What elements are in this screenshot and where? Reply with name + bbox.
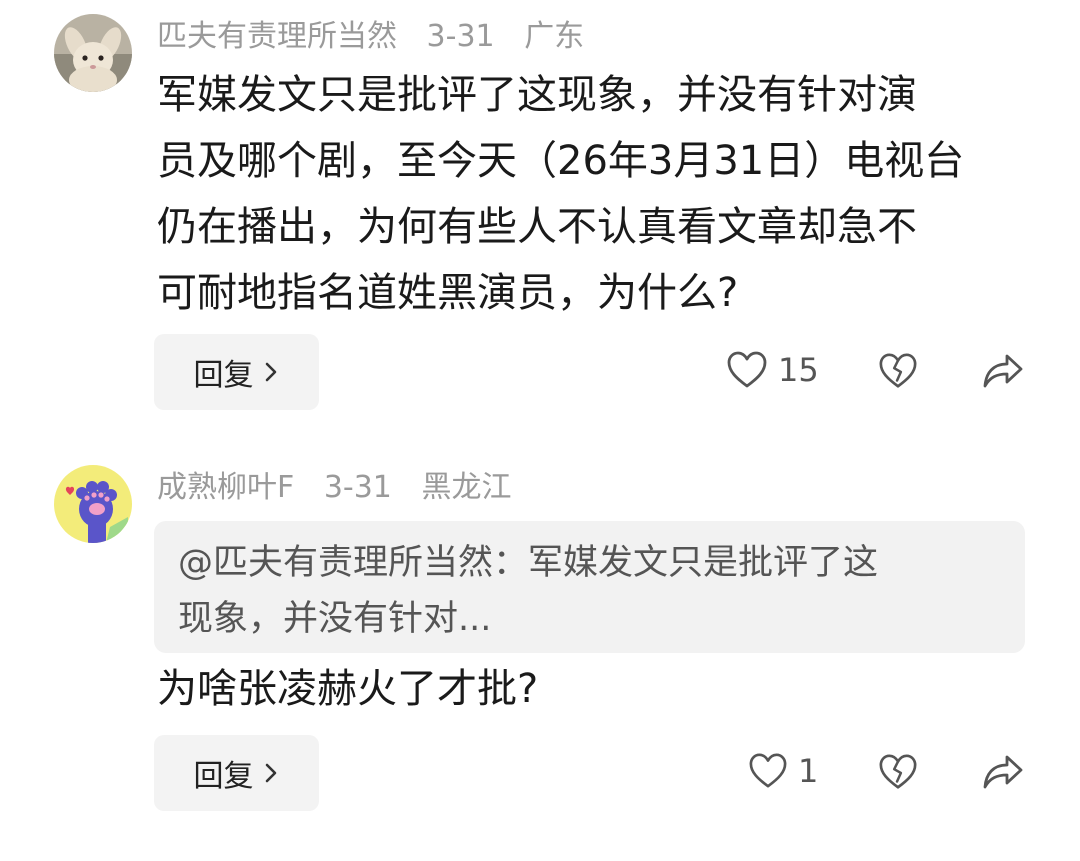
reply-button[interactable]: 回复: [154, 735, 319, 811]
comment-text-line: 军媒发文只是批评了这现象，并没有针对演: [157, 72, 917, 118]
heart-outline-icon: [749, 753, 787, 788]
share-arrow-icon: [983, 354, 1023, 388]
reply-button[interactable]: 回复: [154, 334, 319, 410]
share-button[interactable]: [982, 352, 1024, 390]
dislike-button[interactable]: [878, 752, 918, 792]
comment-text-line: 为啥张凌赫火了才批?: [157, 666, 539, 712]
avatar[interactable]: [54, 14, 132, 92]
reply-label: 回复: [193, 358, 254, 393]
share-arrow-icon: [983, 755, 1023, 789]
comment-meta: 匹夫有责理所当然 3-31 广东: [157, 17, 604, 57]
comment-text-line: 员及哪个剧，至今天（26年3月31日）电视台: [157, 138, 965, 184]
quote-line: 现象，并没有针对...: [178, 599, 492, 639]
comment-text: 为啥张凌赫火了才批?: [157, 656, 1037, 722]
comment-date: 3-31: [426, 19, 495, 54]
like-button[interactable]: 1: [748, 752, 818, 790]
comment-meta: 成熟柳叶F 3-31 黑龙江: [157, 468, 531, 508]
share-button[interactable]: [982, 753, 1024, 791]
broken-heart-icon: [879, 353, 917, 388]
username[interactable]: 成熟柳叶F: [157, 470, 294, 505]
avatar[interactable]: [54, 465, 132, 543]
chevron-right-icon: [265, 763, 276, 783]
paw-avatar-image: [54, 465, 132, 543]
quoted-comment[interactable]: @匹夫有责理所当然：军媒发文只是批评了这 现象，并没有针对...: [154, 521, 1025, 653]
comment-text-line: 仍在播出，为何有些人不认真看文章却急不: [157, 204, 917, 250]
comment-text: 军媒发文只是批评了这现象，并没有针对演 员及哪个剧，至今天（26年3月31日）电…: [157, 62, 1037, 326]
comment-location: 黑龙江: [421, 470, 512, 505]
like-button[interactable]: 15: [726, 350, 819, 390]
broken-heart-icon: [879, 754, 917, 789]
dislike-button[interactable]: [878, 351, 918, 391]
comment-location: 广东: [524, 19, 585, 54]
like-count: 15: [778, 351, 819, 389]
chevron-right-icon: [265, 362, 276, 382]
comment-text-line: 可耐地指名道姓黑演员，为什么?: [157, 270, 739, 316]
heart-outline-icon: [727, 351, 767, 388]
like-count: 1: [798, 752, 819, 790]
reply-label: 回复: [193, 759, 254, 794]
username[interactable]: 匹夫有责理所当然: [157, 19, 397, 54]
quote-line: @匹夫有责理所当然：军媒发文只是批评了这: [178, 543, 879, 583]
comment-date: 3-31: [323, 470, 392, 505]
rabbit-avatar-image: [54, 14, 132, 92]
